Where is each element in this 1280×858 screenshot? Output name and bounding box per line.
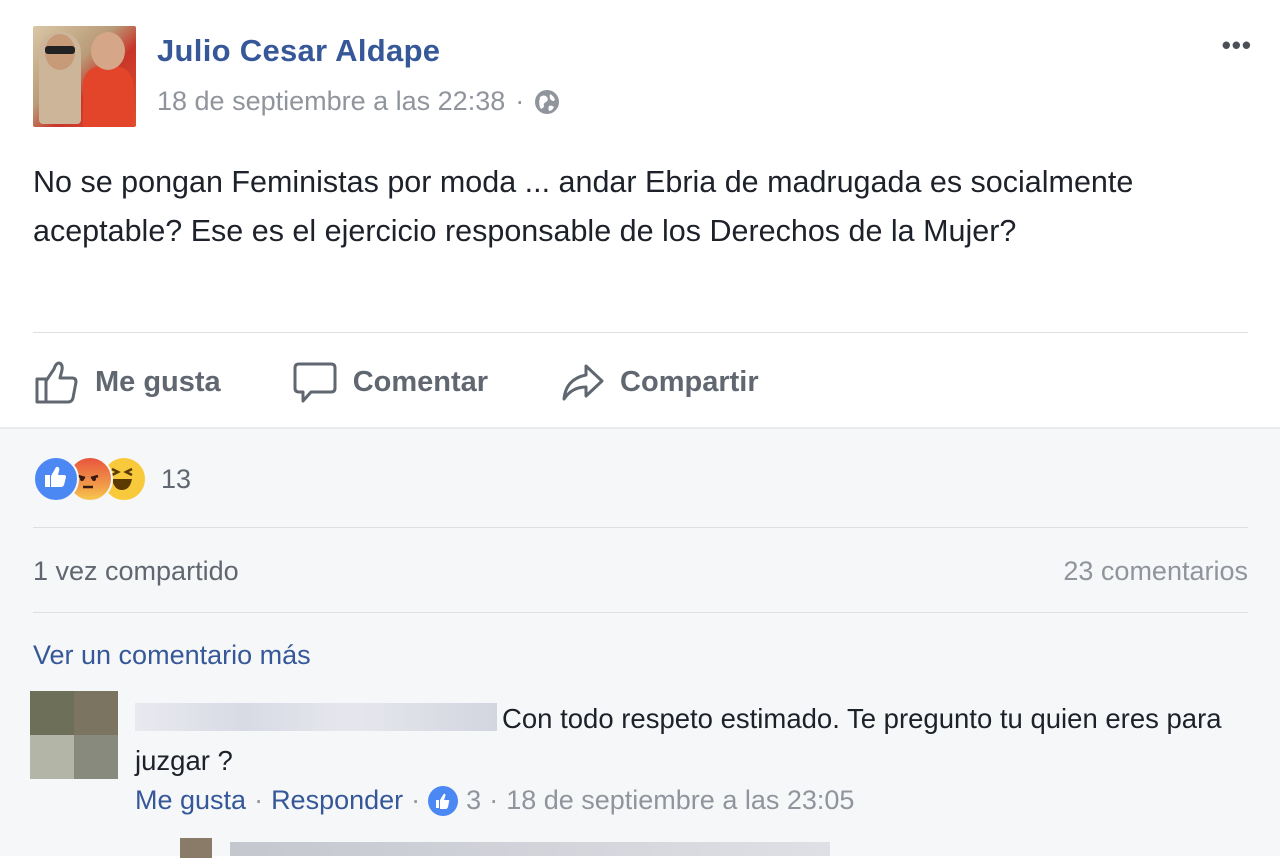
post-action-bar: Me gusta Comentar Compartir [33, 356, 829, 408]
comment-like-link[interactable]: Me gusta [135, 785, 246, 816]
share-count[interactable]: 1 vez compartido [33, 556, 239, 587]
author-avatar[interactable] [33, 26, 136, 127]
divider [33, 612, 1248, 613]
thumbs-up-icon [35, 361, 78, 404]
comment-text: Con todo respeto estimado. Te pregunto t… [135, 703, 1222, 776]
reactions-summary[interactable]: 13 [33, 456, 191, 502]
comment-footer: Me gusta · Responder · 3 · 18 de septiem… [135, 785, 855, 816]
comment-label: Comentar [352, 365, 489, 398]
comment-button[interactable]: Comentar [291, 358, 488, 406]
more-options-icon[interactable]: ••• [1222, 30, 1252, 61]
post-timestamp[interactable]: 18 de septiembre a las 22:38 [157, 86, 505, 117]
reaction-count[interactable]: 13 [161, 464, 191, 495]
like-reaction-icon [33, 456, 79, 502]
commenter-avatar-blurred[interactable] [30, 691, 118, 779]
like-button[interactable]: Me gusta [33, 358, 221, 406]
meta-separator: · [515, 86, 525, 116]
view-more-comments-link[interactable]: Ver un comentario más [33, 640, 311, 671]
reply-avatar-partial [180, 838, 212, 858]
comment-reply-link[interactable]: Responder [271, 785, 403, 816]
share-arrow-icon [562, 364, 604, 401]
post-text: No se pongan Feministas por moda ... and… [33, 165, 1134, 248]
post-meta: 18 de septiembre a las 22:38 · [157, 86, 560, 117]
share-button[interactable]: Compartir [558, 358, 759, 406]
globe-icon[interactable] [534, 89, 560, 115]
like-label: Me gusta [95, 365, 221, 398]
comment-timestamp[interactable]: 18 de septiembre a las 23:05 [506, 785, 854, 816]
comment-bubble-icon [293, 362, 337, 403]
comment-count[interactable]: 23 comentarios [1063, 556, 1248, 587]
divider [33, 527, 1248, 528]
comment-like-icon[interactable] [428, 785, 459, 816]
divider [33, 332, 1248, 333]
author-name[interactable]: Julio Cesar Aldape [157, 33, 440, 69]
comment-like-count[interactable]: 3 [466, 785, 481, 816]
share-label: Compartir [620, 365, 759, 398]
